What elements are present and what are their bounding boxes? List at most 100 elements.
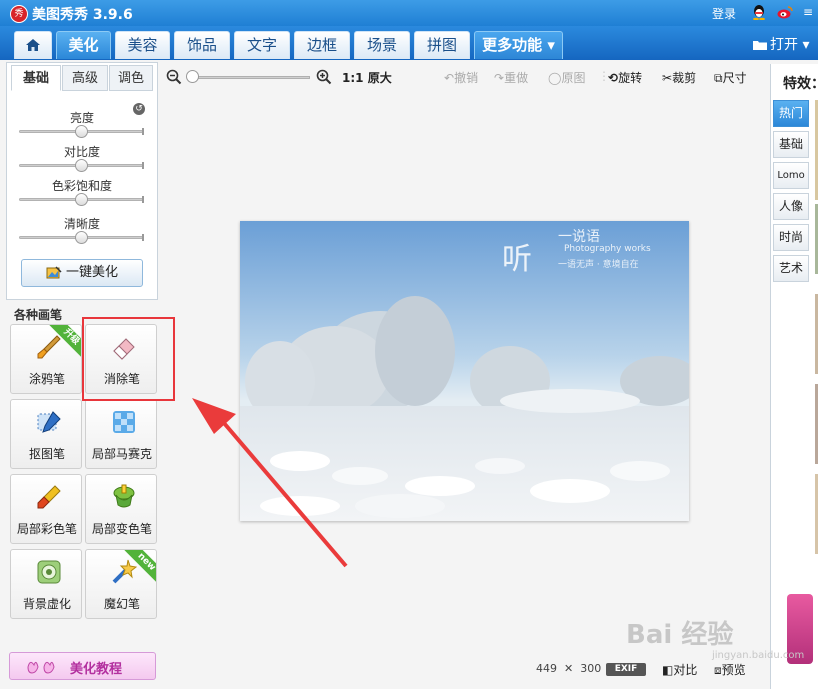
effect-tab-hot[interactable]: 热门 — [773, 100, 809, 127]
cutout-brush-button[interactable]: 抠图笔 — [10, 399, 82, 469]
qq-icon[interactable] — [752, 4, 766, 20]
crop-label: 裁剪 — [672, 71, 697, 85]
original-button[interactable]: ◯原图 — [548, 69, 585, 86]
slider-end-tick — [142, 162, 144, 169]
menu-icon[interactable]: ≡ — [803, 5, 813, 19]
more-features-button[interactable]: 更多功能 ▾ — [474, 31, 563, 59]
brightness-slider[interactable] — [19, 125, 144, 138]
watermark-script: 一说语 — [558, 229, 600, 245]
effects-panel: 特效： 热门 基础 Lomo 人像 时尚 艺术 — [770, 64, 818, 689]
tutorial-button[interactable]: 美化教程 — [9, 652, 156, 680]
original-size-label: 原大 — [367, 71, 392, 85]
main-nav: 美化 美容 饰品 文字 边框 场景 拼图 更多功能 ▾ 打开 ▾ — [0, 26, 818, 60]
tab-color[interactable]: 调色 — [109, 65, 153, 91]
effect-tab-lomo[interactable]: Lomo — [773, 162, 809, 189]
recolor-brush-label: 局部变色笔 — [91, 522, 152, 536]
preview-label: 预览 — [721, 663, 746, 677]
crop-button[interactable]: ✂裁剪 — [662, 69, 696, 86]
rotate-button[interactable]: ⟲旋转 — [608, 69, 642, 86]
highlight-box — [82, 317, 175, 401]
resize-label: 尺寸 — [722, 71, 747, 85]
app-logo: 秀 — [10, 5, 28, 23]
background-blur-label: 背景虚化 — [22, 597, 71, 611]
tab-collage[interactable]: 拼图 — [414, 31, 470, 59]
open-label: 打开 ▾ — [770, 37, 810, 53]
home-icon — [26, 39, 40, 51]
undo-button[interactable]: ↶撤销 — [444, 69, 478, 86]
redo-icon: ↷ — [494, 71, 505, 85]
one-key-label: 一键美化 — [65, 265, 118, 280]
title-bar: 秀 美图秀秀 3.9.6 登录 ≡ — [0, 0, 818, 26]
blur-icon — [37, 560, 61, 584]
mosaic-brush-button[interactable]: 局部马赛克 — [85, 399, 157, 469]
login-link[interactable]: 登录 — [712, 5, 736, 22]
tab-basic[interactable]: 基础 — [11, 65, 61, 91]
tab-scenes[interactable]: 场景 — [354, 31, 410, 59]
tab-accessories[interactable]: 饰品 — [174, 31, 230, 59]
magic-brush-button[interactable]: new 魔幻笔 — [85, 549, 157, 619]
redo-button[interactable]: ↷重做 — [494, 69, 528, 86]
tab-home[interactable] — [14, 31, 52, 59]
one-key-beautify-button[interactable]: 一键美化 — [21, 259, 143, 287]
recolor-brush-button[interactable]: 局部变色笔 — [85, 474, 157, 544]
brushes-title: 各种画笔 — [14, 308, 63, 322]
tutorial-label: 美化教程 — [70, 662, 123, 677]
image-width: 449 — [536, 662, 557, 675]
saturation-thumb[interactable] — [74, 193, 88, 206]
color-brush-button[interactable]: 局部彩色笔 — [10, 474, 82, 544]
tab-beautify[interactable]: 美化 — [56, 31, 111, 59]
original-icon: ◯ — [548, 71, 562, 85]
hands-icon — [27, 661, 55, 674]
color-brush-label: 局部彩色笔 — [16, 522, 77, 536]
effect-tab-fashion[interactable]: 时尚 — [773, 224, 809, 251]
slider-end-tick — [142, 196, 144, 203]
brightness-thumb[interactable] — [74, 125, 88, 138]
effect-tab-portrait[interactable]: 人像 — [773, 193, 809, 220]
image-height: 300 — [580, 662, 602, 675]
effect-tab-basic[interactable]: 基础 — [773, 131, 809, 158]
doodle-brush-label: 涂鸦笔 — [28, 372, 65, 386]
magic-picture-icon — [46, 265, 62, 278]
tab-advanced[interactable]: 高级 — [62, 65, 108, 91]
crop-icon: ✂ — [662, 71, 673, 85]
saturation-slider[interactable] — [19, 193, 144, 206]
compare-button[interactable]: ◧对比 — [662, 661, 697, 678]
saturation-label: 色彩饱和度 — [51, 179, 112, 193]
compare-label: 对比 — [673, 663, 698, 677]
tab-text[interactable]: 文字 — [234, 31, 290, 59]
baidu-watermark-url: jingyan.baidu.com — [712, 650, 805, 661]
contrast-slider[interactable] — [19, 159, 144, 172]
redo-label: 重做 — [504, 71, 529, 85]
effect-tab-art[interactable]: 艺术 — [773, 255, 809, 282]
zoom-in-icon[interactable] — [316, 69, 332, 85]
background-blur-button[interactable]: 背景虚化 — [10, 549, 82, 619]
canvas-image[interactable]: 听 一说语 Photography works 一语无声 · 意境自在 — [240, 221, 689, 521]
tab-skin[interactable]: 美容 — [115, 31, 170, 59]
open-button[interactable]: 打开 ▾ — [752, 34, 809, 54]
contrast-thumb[interactable] — [74, 159, 88, 172]
resize-button[interactable]: ⧉尺寸 — [714, 69, 747, 86]
sharpness-thumb[interactable] — [74, 231, 88, 244]
zoom-slider[interactable] — [190, 76, 310, 79]
recolor-icon — [113, 484, 135, 508]
preview-button[interactable]: ⧈预览 — [714, 661, 746, 678]
times-symbol: ✕ — [564, 662, 574, 675]
image-toolbar: 1:1 原大 ↶撤销 ↷重做 ◯原图 ⋮ ⟲旋转 ✂裁剪 ⧉尺寸 — [160, 64, 760, 92]
magic-brush-label: 魔幻笔 — [103, 597, 140, 611]
doodle-brush-button[interactable]: 升级 涂鸦笔 — [10, 324, 82, 394]
folder-icon — [753, 41, 767, 50]
watermark-english: Photography works — [564, 244, 651, 254]
slider-end-tick — [142, 128, 144, 135]
zoom-out-icon[interactable] — [166, 69, 182, 85]
image-dimensions: 449 ✕ 300 — [536, 662, 601, 675]
exif-button[interactable]: EXIF — [606, 663, 646, 676]
tab-frames[interactable]: 边框 — [294, 31, 350, 59]
actual-size-button[interactable]: 1:1 原大 — [342, 69, 392, 86]
sharpness-slider[interactable] — [19, 231, 144, 244]
undo-icon: ↶ — [444, 71, 455, 85]
paintbrush-icon — [37, 335, 61, 359]
mosaic-icon — [113, 411, 135, 433]
weibo-icon[interactable] — [777, 5, 793, 19]
app-title: 美图秀秀 3.9.6 — [32, 7, 133, 23]
zoom-thumb[interactable] — [186, 70, 199, 83]
